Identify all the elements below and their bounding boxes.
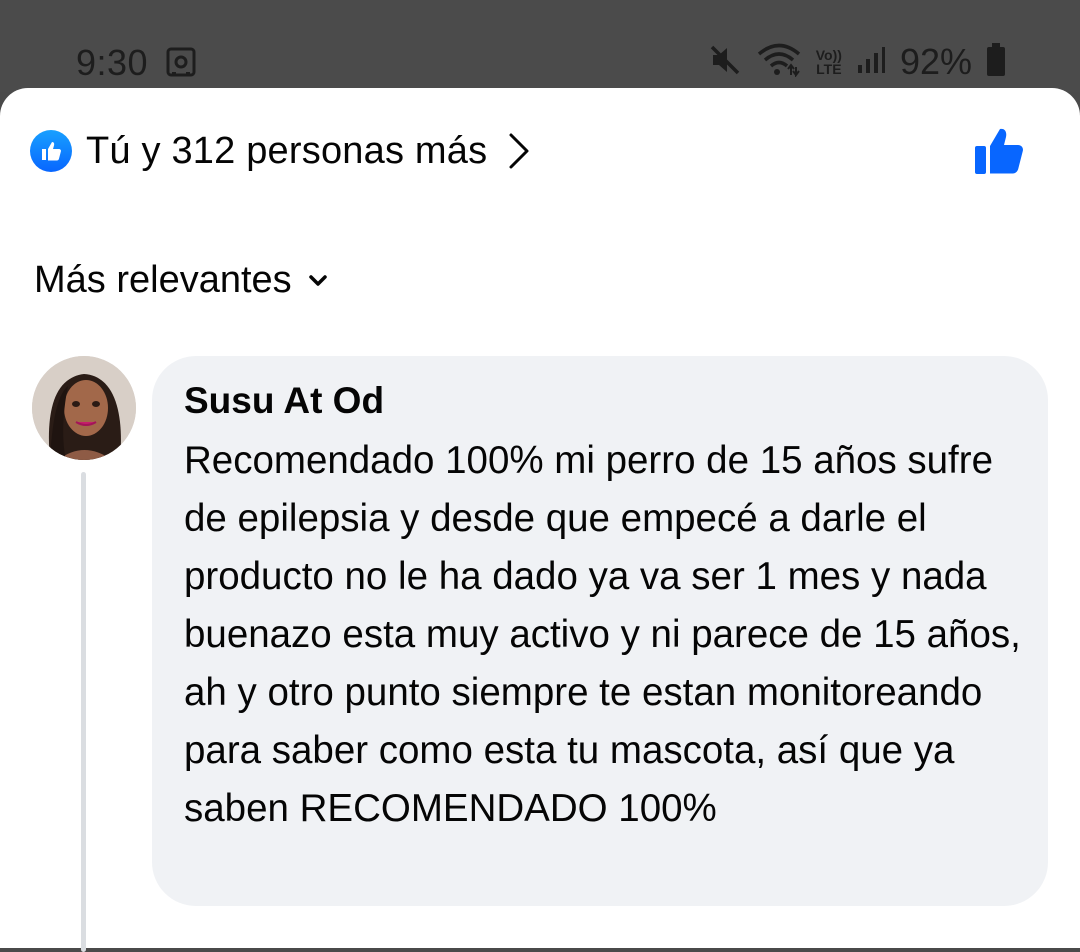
- thumbs-up-icon: [975, 128, 1023, 174]
- comment-author[interactable]: Susu At Od: [184, 380, 384, 422]
- wifi-icon: [756, 43, 802, 82]
- volte-text-top: Vo)): [815, 47, 842, 63]
- reactions-summary-text: Tú y 312 personas más: [86, 129, 488, 172]
- comment-bubble[interactable]: Susu At Od Recomendado 100% mi perro de …: [152, 356, 1048, 906]
- volte-text-bottom: LTE: [816, 61, 842, 77]
- chevron-down-icon: [308, 274, 328, 293]
- sort-dropdown[interactable]: Más relevantes: [34, 256, 328, 304]
- comments-sheet: Tú y 312 personas más Más relevantes Sus…: [0, 88, 1080, 952]
- reactions-summary[interactable]: Tú y 312 personas más: [30, 128, 531, 174]
- comment-text: Recomendado 100% mi perro de 15 años suf…: [184, 439, 1021, 830]
- battery-icon: [986, 42, 1006, 82]
- like-button[interactable]: [972, 124, 1028, 180]
- thread-line: [81, 472, 86, 952]
- battery-percent: 92%: [899, 41, 972, 82]
- chevron-right-icon: [507, 131, 531, 176]
- volte-icon: Vo)) LTE: [816, 48, 842, 76]
- safe-box-icon: [166, 47, 196, 82]
- status-bar: 9:30 Vo)) LTE 92%: [0, 0, 1080, 92]
- mute-icon: [708, 43, 742, 82]
- like-icon: [30, 130, 72, 172]
- avatar[interactable]: [32, 356, 136, 460]
- sort-label: Más relevantes: [34, 258, 292, 301]
- status-time: 9:30: [76, 42, 149, 83]
- status-icons: Vo)) LTE 92%: [708, 41, 1006, 82]
- signal-icon: [856, 45, 886, 80]
